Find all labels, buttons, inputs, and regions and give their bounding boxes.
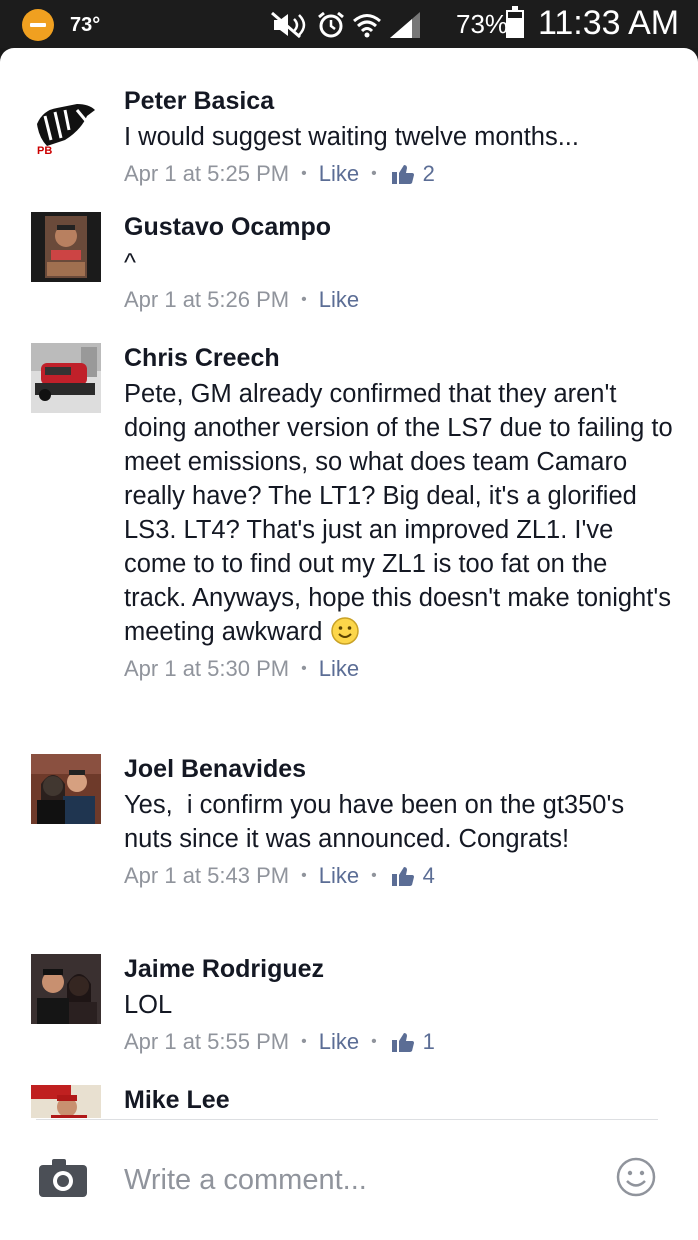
- comment-author[interactable]: Chris Creech: [124, 343, 674, 373]
- comment-meta: Apr 1 at 5:43 PM • Like • 4: [124, 860, 674, 892]
- mute-icon: [271, 11, 306, 39]
- separator-dot: •: [371, 1033, 377, 1050]
- like-button[interactable]: Like: [319, 653, 359, 685]
- avatar[interactable]: [31, 343, 101, 413]
- comment-list[interactable]: PB Peter Basica I would suggest waiting …: [0, 48, 698, 1118]
- comment-text: I would suggest waiting twelve months...: [124, 123, 579, 151]
- comment-timestamp[interactable]: Apr 1 at 5:30 PM: [124, 653, 289, 685]
- comment-text: ^: [124, 249, 136, 277]
- comments-panel: PB Peter Basica I would suggest waiting …: [0, 48, 698, 1240]
- comment-author[interactable]: Gustavo Ocampo: [124, 212, 674, 242]
- like-button[interactable]: Like: [319, 1026, 359, 1058]
- emoji-sticker-icon[interactable]: [615, 1156, 657, 1198]
- do-not-disturb-icon: [22, 9, 54, 41]
- thumbs-up-icon[interactable]: [391, 865, 415, 887]
- alarm-icon: [318, 11, 344, 38]
- comment-author[interactable]: Peter Basica: [124, 86, 674, 116]
- avatar[interactable]: [31, 1085, 101, 1118]
- like-button[interactable]: Like: [319, 860, 359, 892]
- comment-meta: Apr 1 at 5:30 PM • Like: [124, 653, 674, 685]
- camera-icon[interactable]: [38, 1158, 88, 1198]
- avatar[interactable]: [31, 754, 101, 824]
- separator-dot: •: [301, 867, 307, 884]
- comment-timestamp[interactable]: Apr 1 at 5:43 PM: [124, 860, 289, 892]
- like-count[interactable]: 2: [423, 158, 435, 190]
- comment-timestamp[interactable]: Apr 1 at 5:55 PM: [124, 1026, 289, 1058]
- svg-text:PB: PB: [37, 145, 52, 157]
- avatar-image: [31, 212, 101, 282]
- like-button[interactable]: Like: [319, 284, 359, 316]
- avatar-image: [31, 1085, 101, 1118]
- comment-text: Yes, i confirm you have been on the gt35…: [124, 791, 632, 853]
- thumbs-up-icon[interactable]: [391, 163, 415, 185]
- status-bar: 73° 73% 11:33 AM: [0, 0, 698, 48]
- like-count[interactable]: 4: [423, 860, 435, 892]
- weather-temperature: 73°: [70, 14, 101, 36]
- signal-icon: [390, 12, 420, 38]
- wifi-icon: [353, 14, 381, 38]
- comment-meta: Apr 1 at 5:55 PM • Like • 1: [124, 1026, 674, 1058]
- avatar-image: [31, 343, 101, 413]
- separator-dot: •: [371, 165, 377, 182]
- comment-author[interactable]: Jaime Rodriguez: [124, 954, 674, 984]
- smiley-emoji-icon: [331, 617, 360, 645]
- separator-dot: •: [301, 165, 307, 182]
- comment-text: LOL: [124, 991, 173, 1019]
- avatar-image: [31, 954, 101, 1024]
- avatar[interactable]: [31, 212, 101, 282]
- comment-author[interactable]: Mike Lee: [124, 1085, 674, 1115]
- battery-level-fill: [508, 18, 522, 36]
- status-icons: [270, 10, 422, 40]
- comment-timestamp[interactable]: Apr 1 at 5:26 PM: [124, 284, 289, 316]
- avatar[interactable]: PB: [31, 94, 101, 164]
- comment-author[interactable]: Joel Benavides: [124, 754, 674, 784]
- avatar-image: [31, 754, 101, 824]
- separator-dot: •: [301, 291, 307, 308]
- comment-composer: [0, 1120, 698, 1240]
- comment-input[interactable]: [124, 1160, 584, 1200]
- avatar-image: PB: [31, 94, 101, 164]
- separator-dot: •: [301, 660, 307, 677]
- battery-percent: 73%: [456, 9, 509, 39]
- comment-meta: Apr 1 at 5:25 PM • Like • 2: [124, 158, 674, 190]
- comment-timestamp[interactable]: Apr 1 at 5:25 PM: [124, 158, 289, 190]
- separator-dot: •: [371, 867, 377, 884]
- comment-meta: Apr 1 at 5:26 PM • Like: [124, 284, 674, 316]
- comment-text: Pete, GM already confirmed that they are…: [124, 377, 674, 649]
- separator-dot: •: [301, 1033, 307, 1050]
- clock: 11:33 AM: [538, 4, 680, 42]
- comment-text-content: Pete, GM already confirmed that they are…: [124, 380, 680, 646]
- thumbs-up-icon[interactable]: [391, 1031, 415, 1053]
- avatar[interactable]: [31, 954, 101, 1024]
- battery-icon: [506, 6, 524, 38]
- like-button[interactable]: Like: [319, 158, 359, 190]
- like-count[interactable]: 1: [423, 1026, 435, 1058]
